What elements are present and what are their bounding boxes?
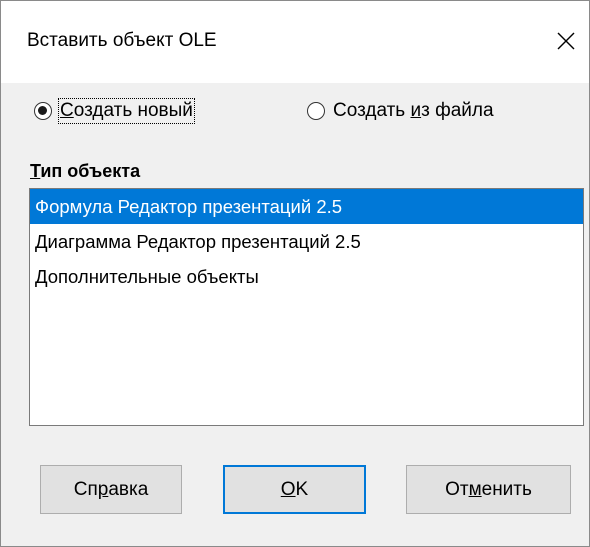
object-type-list[interactable]: Формула Редактор презентаций 2.5 Диаграм… — [29, 188, 584, 426]
help-button[interactable]: Сп р авка — [40, 465, 182, 514]
radio-unchecked-icon — [307, 102, 325, 120]
title-bar: Вставить объект OLE — [1, 1, 589, 83]
close-button[interactable] — [543, 19, 589, 63]
radio-create-new-label: Создать новый — [58, 98, 195, 124]
dialog-body: Создать новый Создать из файла Тип объек… — [1, 83, 589, 546]
radio-create-from-file[interactable]: Создать из файла — [307, 100, 494, 122]
ok-button[interactable]: OK — [223, 465, 366, 514]
close-icon — [557, 32, 575, 50]
list-item[interactable]: Дополнительные объекты — [30, 259, 583, 294]
dialog-title: Вставить объект OLE — [27, 30, 217, 51]
radio-create-new[interactable]: Создать новый — [34, 98, 195, 124]
list-item[interactable]: Диаграмма Редактор презентаций 2.5 — [30, 224, 583, 259]
radio-create-from-file-label: Создать из файла — [333, 100, 494, 121]
cancel-button[interactable]: От м енить — [406, 465, 571, 514]
radio-checked-icon — [34, 102, 52, 120]
object-type-label: Тип объекта — [30, 161, 141, 181]
list-item[interactable]: Формула Редактор презентаций 2.5 — [30, 189, 583, 224]
insert-ole-object-dialog: Вставить объект OLE Создать новый Создат… — [0, 0, 590, 547]
